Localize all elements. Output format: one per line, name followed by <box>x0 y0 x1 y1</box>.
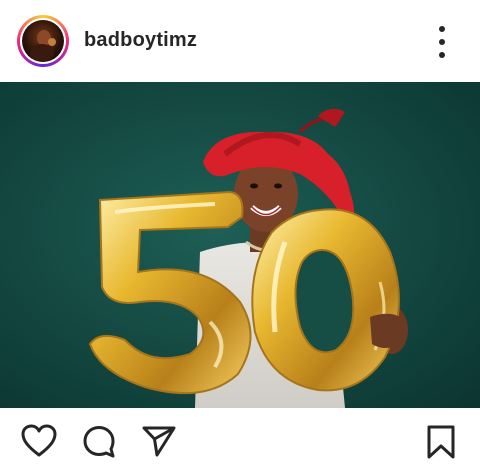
post-header: badboytimz <box>0 0 480 82</box>
more-options-icon[interactable] <box>430 26 454 58</box>
avatar[interactable] <box>17 15 69 67</box>
username[interactable]: badboytimz <box>84 29 197 52</box>
comment-icon[interactable] <box>82 424 116 458</box>
avatar-image <box>22 20 64 62</box>
send-icon[interactable] <box>141 424 177 458</box>
action-bar <box>0 408 480 465</box>
post-photo-illustration <box>88 108 408 408</box>
post-photo[interactable] <box>0 82 480 408</box>
heart-icon[interactable] <box>21 424 57 458</box>
bookmark-icon[interactable] <box>425 424 457 460</box>
